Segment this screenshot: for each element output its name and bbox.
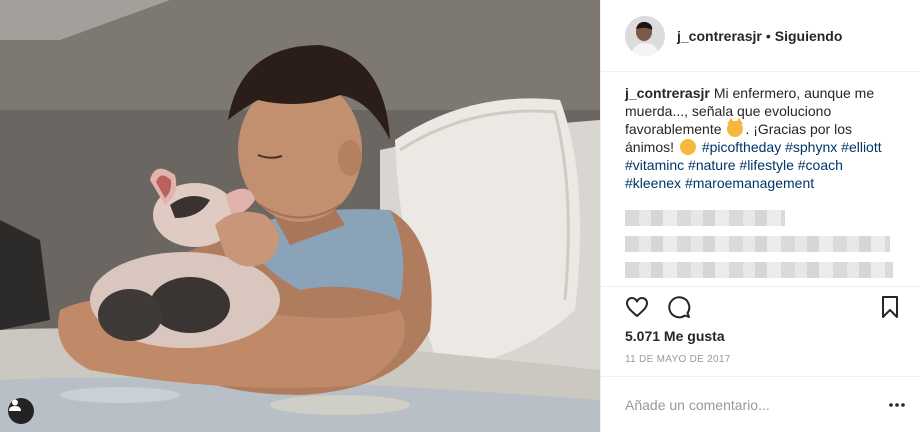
avatar[interactable]	[625, 15, 665, 56]
hashtag-link[interactable]: #kleenex	[625, 175, 681, 191]
comment-icon	[668, 295, 691, 318]
hashtag-link[interactable]: #coach	[798, 157, 843, 173]
avatar-image	[625, 15, 665, 56]
smiling-face-emoji	[679, 139, 696, 155]
following-button[interactable]: Siguiendo	[775, 28, 843, 44]
like-button[interactable]	[623, 293, 651, 321]
hashtag-link[interactable]: #vitaminc	[625, 157, 684, 173]
user-tag-icon	[9, 399, 21, 411]
comment-input[interactable]	[625, 396, 884, 413]
action-bar	[601, 286, 920, 326]
caption-area: j_contrerasjr Mi enfermero, aunque me mue…	[601, 72, 920, 282]
blurred-comment-line	[625, 236, 890, 252]
hashtag-link[interactable]: #sphynx	[785, 139, 837, 155]
hashtag-link[interactable]: #lifestyle	[739, 157, 793, 173]
header-separator: •	[765, 27, 771, 44]
header-username-link[interactable]: j_contrerasjr	[677, 28, 762, 44]
post-header: j_contrerasjr • Siguiendo	[601, 0, 920, 72]
bookmark-icon	[882, 295, 898, 318]
comment-button[interactable]	[665, 293, 693, 321]
blurred-comment-line	[625, 262, 893, 278]
caption: j_contrerasjr Mi enfermero, aunque me mue…	[625, 85, 882, 191]
cat-face-emoji	[727, 118, 744, 137]
hashtag-link[interactable]: #nature	[688, 157, 735, 173]
post-photo[interactable]	[0, 0, 600, 432]
post-date[interactable]: 11 DE MAYO DE 2017	[601, 348, 920, 376]
tagged-users-button[interactable]	[8, 398, 34, 424]
save-button[interactable]	[876, 293, 904, 321]
blurred-comments	[625, 210, 902, 282]
hashtag-link[interactable]: #picoftheday	[702, 139, 781, 155]
heart-icon	[626, 296, 648, 317]
photo-illustration	[0, 0, 600, 432]
hashtag-link[interactable]: #elliott	[841, 139, 881, 155]
instagram-post: j_contrerasjr • Siguiendo j_contrerasjr M…	[0, 0, 920, 432]
post-side-panel: j_contrerasjr • Siguiendo j_contrerasjr M…	[600, 0, 920, 432]
ellipsis-icon	[889, 402, 905, 407]
hashtag-link[interactable]: #maroemanagement	[685, 175, 814, 191]
likes-count[interactable]: 5.071 Me gusta	[601, 326, 920, 348]
more-options-button[interactable]	[884, 392, 910, 418]
comment-row	[601, 376, 920, 432]
blurred-comment-line	[625, 210, 785, 226]
caption-username-link[interactable]: j_contrerasjr	[625, 85, 710, 101]
